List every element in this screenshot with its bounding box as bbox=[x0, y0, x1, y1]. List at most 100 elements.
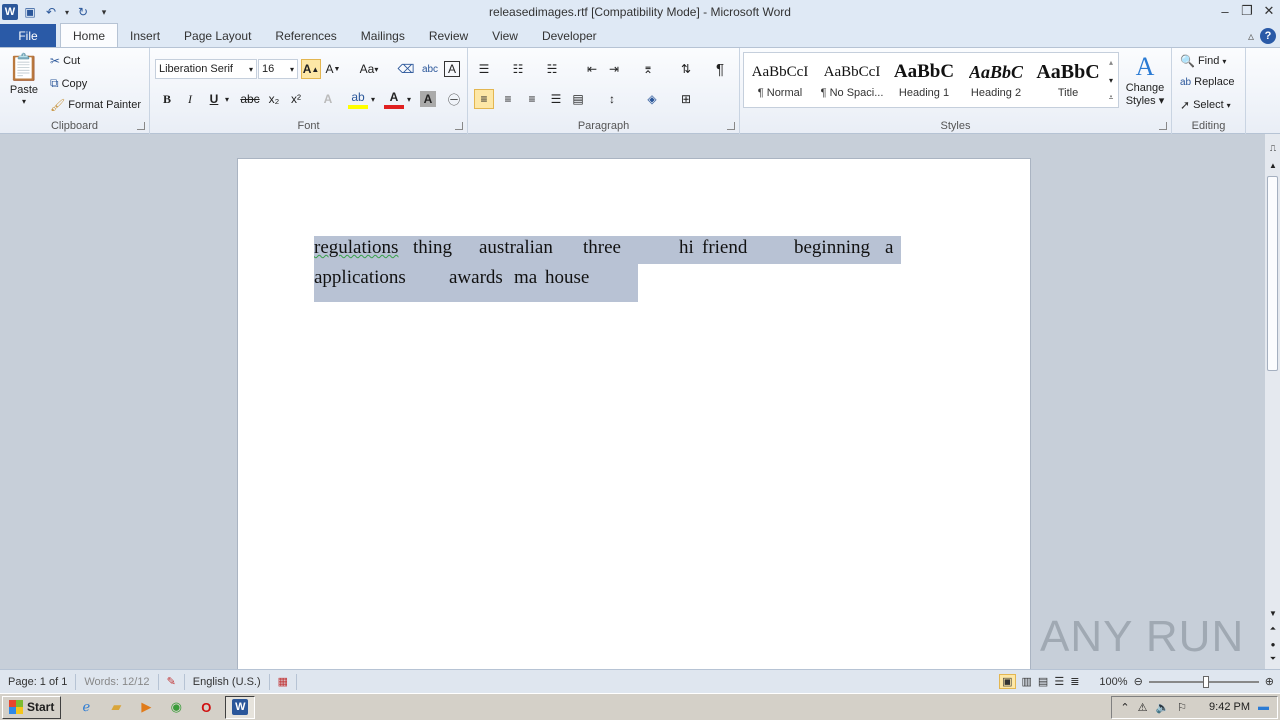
tab-review[interactable]: Review bbox=[417, 24, 480, 47]
document-line-2[interactable]: applications awards ma house bbox=[314, 267, 901, 293]
document-line-1[interactable]: regulations thing australian three hi fr… bbox=[314, 237, 901, 263]
outline-view-icon[interactable]: ☰ bbox=[1054, 675, 1064, 688]
bold-button[interactable]: B bbox=[157, 89, 177, 109]
draft-view-icon[interactable]: ≣ bbox=[1070, 675, 1079, 688]
save-icon[interactable]: ▣ bbox=[21, 3, 39, 21]
style-title[interactable]: AaBbC Title bbox=[1033, 54, 1103, 104]
word-count[interactable]: Words: 12/12 bbox=[76, 673, 159, 690]
shading-icon[interactable]: ◈ bbox=[642, 89, 662, 109]
style-heading-1[interactable]: AaBbC Heading 1 bbox=[889, 54, 959, 104]
asian-layout-icon[interactable]: ⌆ bbox=[638, 59, 658, 79]
word[interactable]: friend bbox=[702, 237, 747, 259]
word[interactable]: ma bbox=[514, 267, 537, 289]
tab-mailings[interactable]: Mailings bbox=[349, 24, 417, 47]
tray-expand-icon[interactable]: ⌃ bbox=[1120, 701, 1129, 714]
document-page[interactable]: regulations thing australian three hi fr… bbox=[237, 158, 1031, 669]
text-effects-icon[interactable]: A bbox=[318, 89, 338, 109]
tab-insert[interactable]: Insert bbox=[118, 24, 172, 47]
start-button[interactable]: Start bbox=[2, 695, 62, 719]
styles-scroll-down-icon[interactable]: ▾ bbox=[1104, 72, 1118, 88]
underline-button[interactable]: U bbox=[204, 89, 224, 109]
action-center-icon[interactable]: ⚠ bbox=[1138, 701, 1148, 714]
tab-file[interactable]: File bbox=[0, 24, 56, 47]
word[interactable]: beginning bbox=[794, 237, 870, 259]
style-heading-2[interactable]: AaBbC Heading 2 bbox=[961, 54, 1031, 104]
strikethrough-button[interactable]: abc bbox=[238, 89, 262, 109]
bullets-icon[interactable]: ☰ bbox=[474, 59, 494, 79]
justify-icon[interactable]: ☰ bbox=[546, 89, 566, 109]
word-taskbar-button[interactable]: W bbox=[225, 695, 256, 719]
redo-icon[interactable]: ↻ bbox=[74, 3, 92, 21]
word[interactable]: hi bbox=[679, 237, 694, 259]
word[interactable]: a bbox=[885, 237, 893, 259]
italic-button[interactable]: I bbox=[180, 89, 200, 109]
page-count[interactable]: Page: 1 of 1 bbox=[0, 673, 77, 690]
tab-page-layout[interactable]: Page Layout bbox=[172, 24, 263, 47]
character-shading-icon[interactable]: A bbox=[420, 91, 436, 107]
show-marks-icon[interactable]: ¶ bbox=[710, 59, 730, 79]
zoom-out-icon[interactable]: ⊖ bbox=[1134, 675, 1143, 688]
proofing-icon[interactable]: ✎ bbox=[159, 673, 185, 690]
file-explorer-icon[interactable]: ▰ bbox=[105, 696, 127, 718]
web-layout-icon[interactable]: ▤ bbox=[1038, 675, 1048, 688]
find-button[interactable]: 🔍 Find ▾ bbox=[1180, 54, 1226, 68]
underline-dropdown-icon[interactable]: ▾ bbox=[222, 89, 232, 109]
align-center-icon[interactable]: ≡ bbox=[498, 89, 518, 109]
zoom-in-icon[interactable]: ⊕ bbox=[1265, 675, 1274, 688]
select-button[interactable]: ➚ Select ▾ bbox=[1180, 98, 1231, 112]
align-right-icon[interactable]: ≡ bbox=[522, 89, 542, 109]
format-painter-button[interactable]: 🖌 Format Painter bbox=[50, 98, 141, 112]
styles-more-icon[interactable]: ⩡ bbox=[1104, 90, 1118, 106]
word[interactable]: awards bbox=[449, 267, 503, 289]
word[interactable]: house bbox=[545, 267, 589, 289]
multilevel-list-icon[interactable]: ☵ bbox=[542, 59, 562, 79]
close-button[interactable]: ✕ bbox=[1258, 0, 1280, 22]
full-screen-reading-icon[interactable]: ▥ bbox=[1022, 675, 1032, 688]
undo-icon[interactable]: ↶ bbox=[42, 3, 60, 21]
decrease-indent-icon[interactable]: ⇤ bbox=[582, 59, 602, 79]
scroll-up-icon[interactable]: ▲ bbox=[1266, 158, 1280, 172]
minimize-ribbon-icon[interactable]: ▵ bbox=[1248, 29, 1254, 43]
styles-scroll-up-icon[interactable]: ▴ bbox=[1104, 54, 1118, 70]
tab-references[interactable]: References bbox=[263, 24, 348, 47]
ruler-toggle-icon[interactable]: ⎍ bbox=[1266, 140, 1280, 156]
media-player-icon[interactable]: ▶ bbox=[135, 696, 157, 718]
scroll-down-icon[interactable]: ▼ bbox=[1266, 606, 1280, 620]
minimize-button[interactable]: – bbox=[1214, 0, 1236, 22]
paragraph-launcher-icon[interactable] bbox=[727, 122, 735, 130]
cut-button[interactable]: ✂ Cut bbox=[50, 54, 80, 68]
clear-formatting-icon[interactable]: ⌫ bbox=[396, 59, 416, 79]
customize-qat-icon[interactable]: ▾ bbox=[95, 3, 113, 21]
zoom-level[interactable]: 100% bbox=[1099, 676, 1127, 688]
numbering-icon[interactable]: ☷ bbox=[508, 59, 528, 79]
line-spacing-icon[interactable]: ↕ bbox=[602, 89, 622, 109]
chrome-icon[interactable]: ◉ bbox=[165, 696, 187, 718]
word[interactable]: australian bbox=[479, 237, 553, 259]
increase-indent-icon[interactable]: ⇥ bbox=[604, 59, 624, 79]
distributed-icon[interactable]: ▤ bbox=[568, 89, 588, 109]
copy-button[interactable]: ⧉ Copy bbox=[50, 76, 87, 91]
internet-explorer-icon[interactable]: ℯ bbox=[75, 696, 97, 718]
borders-icon[interactable]: ⊞ bbox=[676, 89, 696, 109]
font-color-dropdown-icon[interactable]: ▾ bbox=[404, 89, 414, 109]
previous-page-icon[interactable]: ⏶ bbox=[1266, 622, 1280, 636]
align-left-icon[interactable]: ≡ bbox=[474, 89, 494, 109]
font-size-select[interactable]: 16 ▾ bbox=[258, 59, 298, 79]
clock[interactable]: 9:42 PM bbox=[1209, 701, 1250, 713]
highlight-color-icon[interactable]: ab bbox=[348, 89, 368, 109]
styles-launcher-icon[interactable] bbox=[1159, 122, 1167, 130]
change-styles-button[interactable]: A Change Styles ▾ bbox=[1122, 52, 1168, 107]
browse-object-icon[interactable]: ● bbox=[1266, 637, 1280, 651]
scroll-thumb[interactable] bbox=[1267, 176, 1278, 371]
phonetic-guide-icon[interactable]: abc bbox=[420, 59, 440, 79]
vertical-scrollbar[interactable]: ⎍ ▲ ▼ ⏶ ● ⏷ bbox=[1264, 134, 1280, 669]
subscript-button[interactable]: x₂ bbox=[264, 89, 284, 109]
highlight-dropdown-icon[interactable]: ▾ bbox=[368, 89, 378, 109]
word[interactable]: applications bbox=[314, 267, 406, 289]
tab-view[interactable]: View bbox=[480, 24, 530, 47]
paste-button[interactable]: 📋 Paste ▾ bbox=[6, 52, 42, 106]
word[interactable]: thing bbox=[413, 237, 452, 259]
network-flag-icon[interactable]: ⚐ bbox=[1177, 701, 1187, 714]
opera-icon[interactable]: O bbox=[195, 696, 217, 718]
clipboard-launcher-icon[interactable] bbox=[137, 122, 145, 130]
